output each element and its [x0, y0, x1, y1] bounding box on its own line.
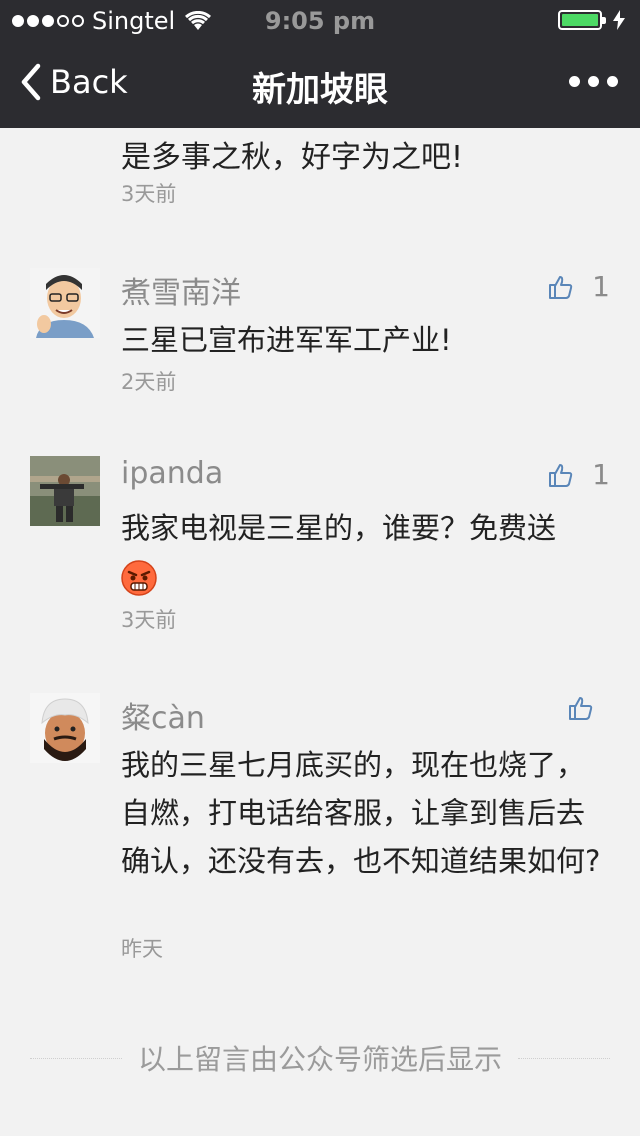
comment-text-partial: 是多事之秋，好字为之吧! — [121, 140, 464, 175]
comment-author: ipanda — [121, 456, 224, 491]
status-time: 9:05 pm — [264, 7, 376, 35]
status-bar: Singtel 9:05 pm — [0, 0, 640, 40]
comment-author: 煮雪南洋 — [121, 276, 241, 311]
avatar[interactable] — [30, 268, 100, 338]
avatar[interactable] — [30, 456, 100, 526]
nav-bar: Back 新加坡眼 — [0, 40, 640, 128]
comment-time: 2天前 — [121, 370, 177, 394]
thumbs-up-icon — [549, 463, 573, 487]
comment-text: 我家电视是三星的，谁要？免费送 — [121, 504, 611, 600]
comment-time: 3天前 — [121, 608, 177, 632]
thumbs-up-icon — [549, 275, 573, 299]
footer-text: 以上留言由公众号筛选后显示 — [138, 1043, 503, 1076]
avatar[interactable] — [30, 693, 100, 763]
angry-face-emoji — [121, 560, 157, 596]
footer-notice: 以上留言由公众号筛选后显示 — [30, 1038, 611, 1078]
comment-text: 三星已宣布进军军工产业! — [121, 323, 452, 357]
like-button[interactable] — [568, 695, 594, 721]
charging-bolt-icon — [613, 10, 625, 30]
like-count: 1 — [592, 270, 610, 303]
comment-text: 我的三星七月底买的，现在也烧了，自燃，打电话给客服，让拿到售后去确认，还没有去，… — [121, 748, 601, 878]
like-button[interactable]: 1 — [548, 458, 610, 491]
like-button[interactable]: 1 — [548, 270, 610, 303]
top-bar: Singtel 9:05 pm Back 新加坡眼 — [0, 0, 640, 128]
battery-indicator — [558, 10, 626, 30]
comment-author: 粲càn — [121, 701, 205, 736]
divider — [30, 1057, 122, 1059]
page-title: 新加坡眼 — [252, 70, 388, 110]
like-count: 1 — [592, 458, 610, 491]
comments-list: 是多事之秋，好字为之吧! 3天前 煮雪南洋 1 三星已宣布进军军工产业! 2天前 — [0, 128, 640, 1136]
more-dots-icon[interactable] — [569, 76, 618, 87]
battery-icon — [558, 10, 606, 30]
comment-text-body: 我家电视是三星的，谁要？免费送 — [121, 511, 557, 545]
comment-time-partial: 3天前 — [121, 182, 177, 206]
thumbs-up-icon — [569, 697, 593, 720]
divider — [518, 1057, 611, 1059]
comment-time: 昨天 — [121, 937, 163, 961]
